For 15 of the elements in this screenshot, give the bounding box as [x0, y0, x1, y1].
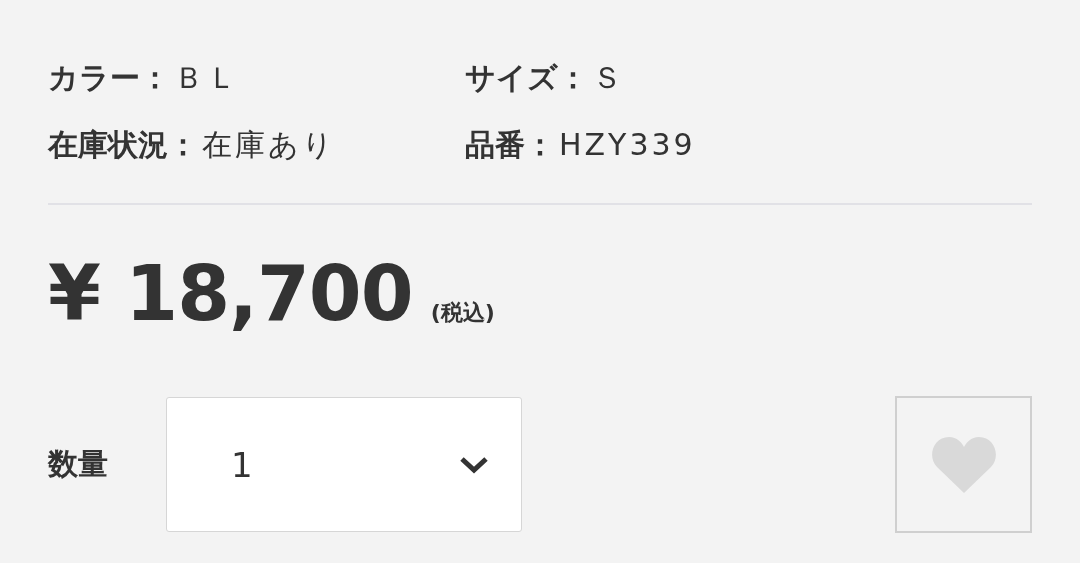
- detail-label: 品番：: [465, 126, 555, 164]
- price: ¥ 18,700: [48, 249, 413, 339]
- quantity-select[interactable]: 1: [166, 397, 522, 532]
- detail-label: サイズ：: [465, 59, 588, 97]
- tax-note: (税込): [430, 299, 495, 327]
- detail-value: Ｓ: [592, 59, 625, 97]
- quantity-label: 数量: [48, 445, 109, 483]
- detail-value: HZY339: [559, 126, 696, 164]
- detail-label: 在庫状況：: [48, 126, 198, 164]
- favorite-button[interactable]: [895, 396, 1032, 533]
- detail-value: 在庫あり: [202, 126, 336, 164]
- heart-icon: [930, 436, 997, 493]
- detail-value: ＢＬ: [174, 59, 240, 97]
- detail-label: カラー：: [48, 59, 170, 97]
- chevron-down-icon: [459, 454, 489, 475]
